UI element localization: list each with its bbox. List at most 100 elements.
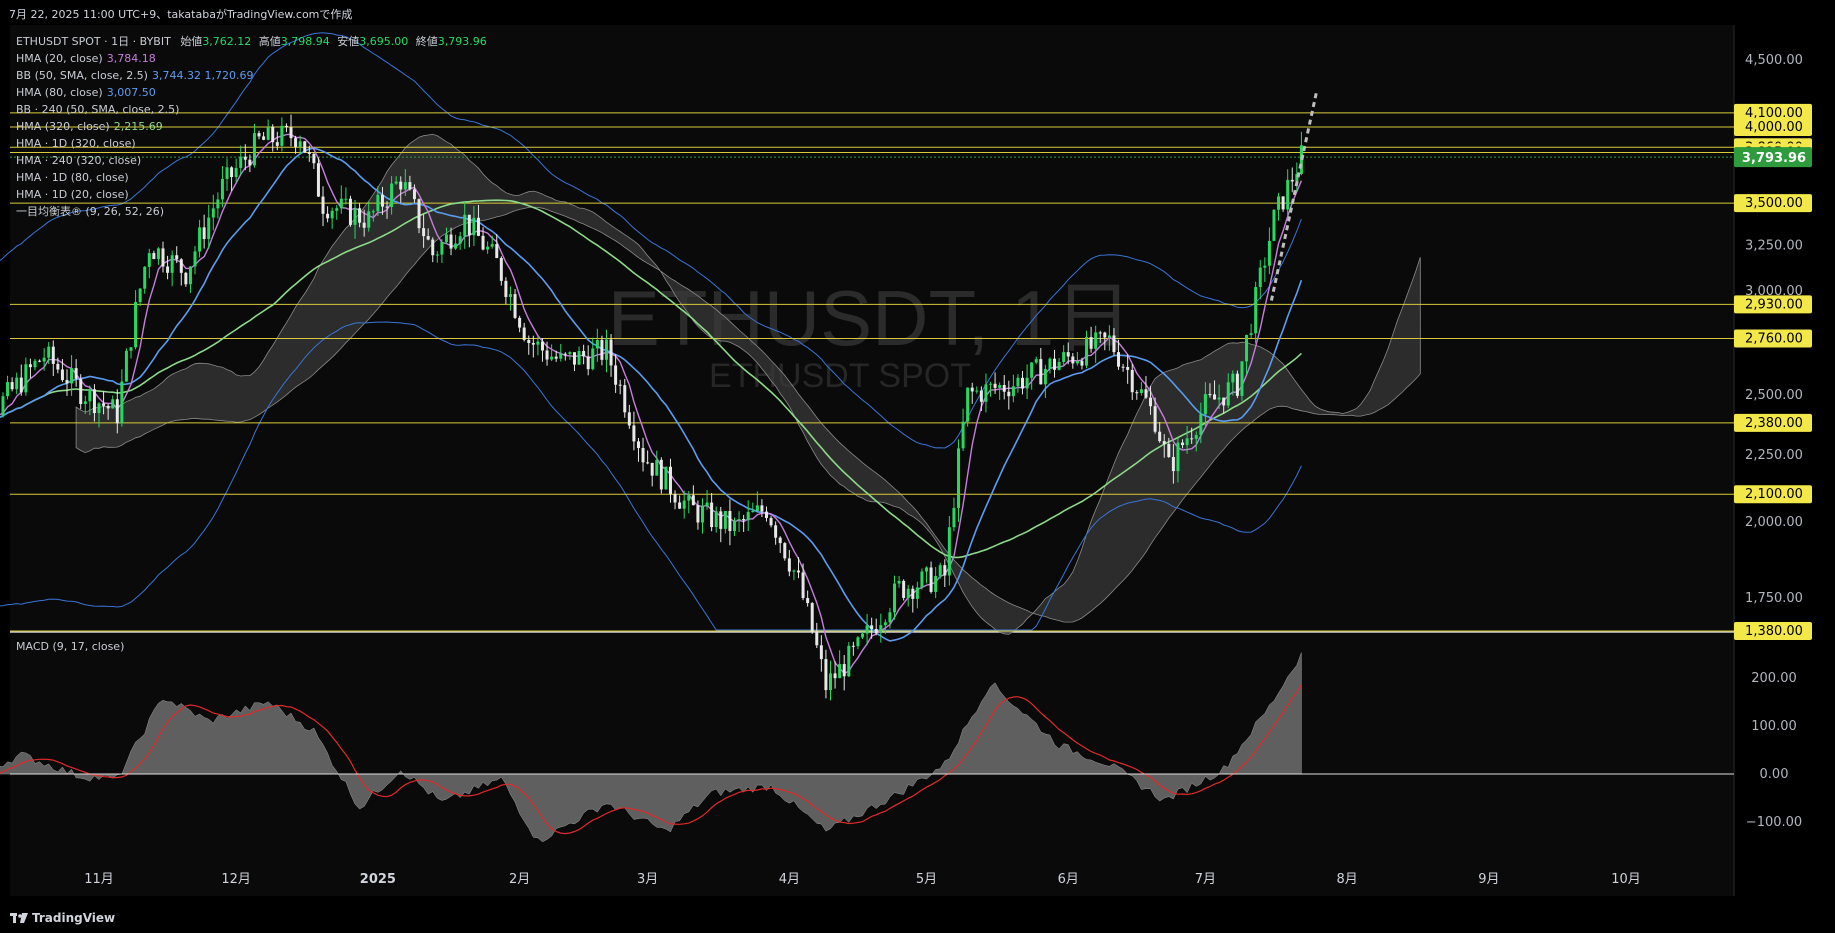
- candle[interactable]: [847, 642, 851, 678]
- legend-hma20[interactable]: HMA (20, close) 3,784.18: [16, 50, 487, 67]
- candle-body: [760, 505, 764, 512]
- candle-body: [175, 255, 179, 260]
- candle-body: [454, 243, 458, 249]
- indicator-value: 2,215.69: [113, 120, 163, 133]
- candle-body: [1121, 366, 1125, 368]
- level-tag-label: 2,100.00: [1745, 487, 1803, 502]
- candle-body: [646, 462, 650, 464]
- candle-body: [618, 384, 622, 386]
- candle-body: [106, 405, 110, 409]
- price-tick-label: 3,000.00: [1745, 284, 1803, 299]
- candle[interactable]: [966, 387, 970, 427]
- candle-body: [787, 558, 791, 572]
- symbol-row[interactable]: ETHUSDT SPOT · 1日 · BYBIT 始値3,762.12 高値3…: [16, 33, 487, 50]
- tradingview-brand[interactable]: TradingView: [10, 911, 115, 925]
- indicator-name: BB (50, SMA, close, 2.5): [16, 69, 148, 82]
- candle-body: [1240, 361, 1244, 396]
- legend-hma1d-320[interactable]: HMA · 1D (320, close): [16, 135, 487, 152]
- candle-body: [51, 346, 55, 364]
- candle-body: [952, 507, 956, 528]
- candle-body: [938, 565, 942, 577]
- level-tag[interactable]: 2,100.00: [1734, 485, 1812, 504]
- candle-body: [1245, 334, 1249, 362]
- candle[interactable]: [902, 579, 906, 601]
- candle-body: [129, 347, 133, 351]
- candle-body: [636, 441, 640, 449]
- candle-body: [1217, 397, 1221, 400]
- chart-timestamp: 7月 22, 2025 11:00 UTC+9、takatabaがTrading…: [9, 8, 353, 21]
- legend-hma1d-20[interactable]: HMA · 1D (20, close): [16, 186, 487, 203]
- level-tag[interactable]: 3,500.00: [1734, 194, 1812, 213]
- candle-body: [874, 628, 878, 634]
- candle-body: [1011, 386, 1015, 397]
- level-tag[interactable]: 2,380.00: [1734, 413, 1812, 432]
- legend-bb[interactable]: BB (50, SMA, close, 2.5) 3,744.32 1,720.6…: [16, 67, 487, 84]
- price-tick-label: 2,500.00: [1745, 388, 1803, 403]
- candle-body: [796, 570, 800, 573]
- candle[interactable]: [1235, 370, 1239, 399]
- candle-body: [6, 382, 10, 397]
- candle-body: [56, 363, 60, 370]
- candle-body: [1053, 358, 1057, 370]
- ohlc-close-label: 終値: [415, 35, 438, 48]
- candle-body: [1025, 377, 1029, 389]
- candle-body: [883, 622, 887, 626]
- level-tag[interactable]: 1,380.00: [1734, 622, 1812, 640]
- candle-body: [1171, 456, 1175, 472]
- candle-body: [655, 459, 659, 476]
- ohlc-high-label: 高値: [258, 35, 281, 48]
- level-tag[interactable]: 4,000.00: [1734, 118, 1812, 136]
- candle-body: [1075, 360, 1079, 364]
- candle-body: [161, 248, 165, 267]
- legend-hma80[interactable]: HMA (80, close) 3,007.50: [16, 84, 487, 101]
- candle-body: [893, 583, 897, 613]
- candle-body: [746, 512, 750, 521]
- candle-body: [943, 565, 947, 576]
- legend-hma240-320[interactable]: HMA · 240 (320, close): [16, 152, 487, 169]
- indicator-name: HMA (80, close): [16, 86, 103, 99]
- candle[interactable]: [124, 348, 128, 383]
- candle-body: [111, 399, 115, 409]
- candle-body: [1107, 335, 1111, 338]
- candle-body: [426, 236, 430, 240]
- candle-body: [188, 266, 192, 285]
- candle-body: [632, 425, 636, 442]
- candle-body: [1034, 359, 1038, 363]
- candle-body: [993, 383, 997, 388]
- candle-body: [934, 576, 938, 592]
- legend-hma320[interactable]: HMA (320, close) 2,215.69: [16, 118, 487, 135]
- candle-body: [998, 385, 1002, 388]
- candle-body: [609, 339, 613, 366]
- legend-ichimoku[interactable]: 一目均衡表® (9, 26, 52, 26): [16, 203, 487, 220]
- candle[interactable]: [920, 568, 924, 590]
- candle[interactable]: [1240, 361, 1244, 401]
- candle-body: [623, 385, 627, 413]
- candle-body: [42, 357, 46, 362]
- time-tick-label: 12月: [221, 872, 251, 887]
- candle-body: [504, 280, 508, 297]
- candle-body: [1030, 362, 1034, 378]
- candle-body: [755, 505, 759, 512]
- candle-body: [476, 217, 480, 236]
- indicator-name: 一目均衡表® (9, 26, 52, 26): [16, 205, 165, 218]
- candle[interactable]: [659, 457, 663, 494]
- candle-body: [193, 251, 197, 267]
- candle[interactable]: [664, 466, 668, 490]
- macd-legend[interactable]: MACD (9, 17, close): [16, 640, 124, 653]
- candle-body: [1226, 382, 1230, 406]
- candle[interactable]: [79, 374, 83, 410]
- candle-body: [742, 519, 746, 521]
- legend-hma1d-80[interactable]: HMA · 1D (80, close): [16, 169, 487, 186]
- candle-body: [124, 350, 128, 382]
- candle[interactable]: [1272, 209, 1276, 242]
- candle[interactable]: [810, 602, 814, 634]
- indicator-value: 3,744.32 1,720.69: [151, 69, 254, 82]
- level-tag[interactable]: 2,760.00: [1734, 329, 1812, 348]
- legend-bb240[interactable]: BB · 240 (50, SMA, close, 2.5): [16, 101, 487, 118]
- price-tick-label: 2,250.00: [1745, 448, 1803, 463]
- candle-body: [481, 235, 485, 250]
- ohlc-close-value: 3,793.96: [437, 35, 487, 48]
- candle-body: [440, 242, 444, 255]
- candle-body: [764, 511, 768, 519]
- candle[interactable]: [783, 542, 787, 561]
